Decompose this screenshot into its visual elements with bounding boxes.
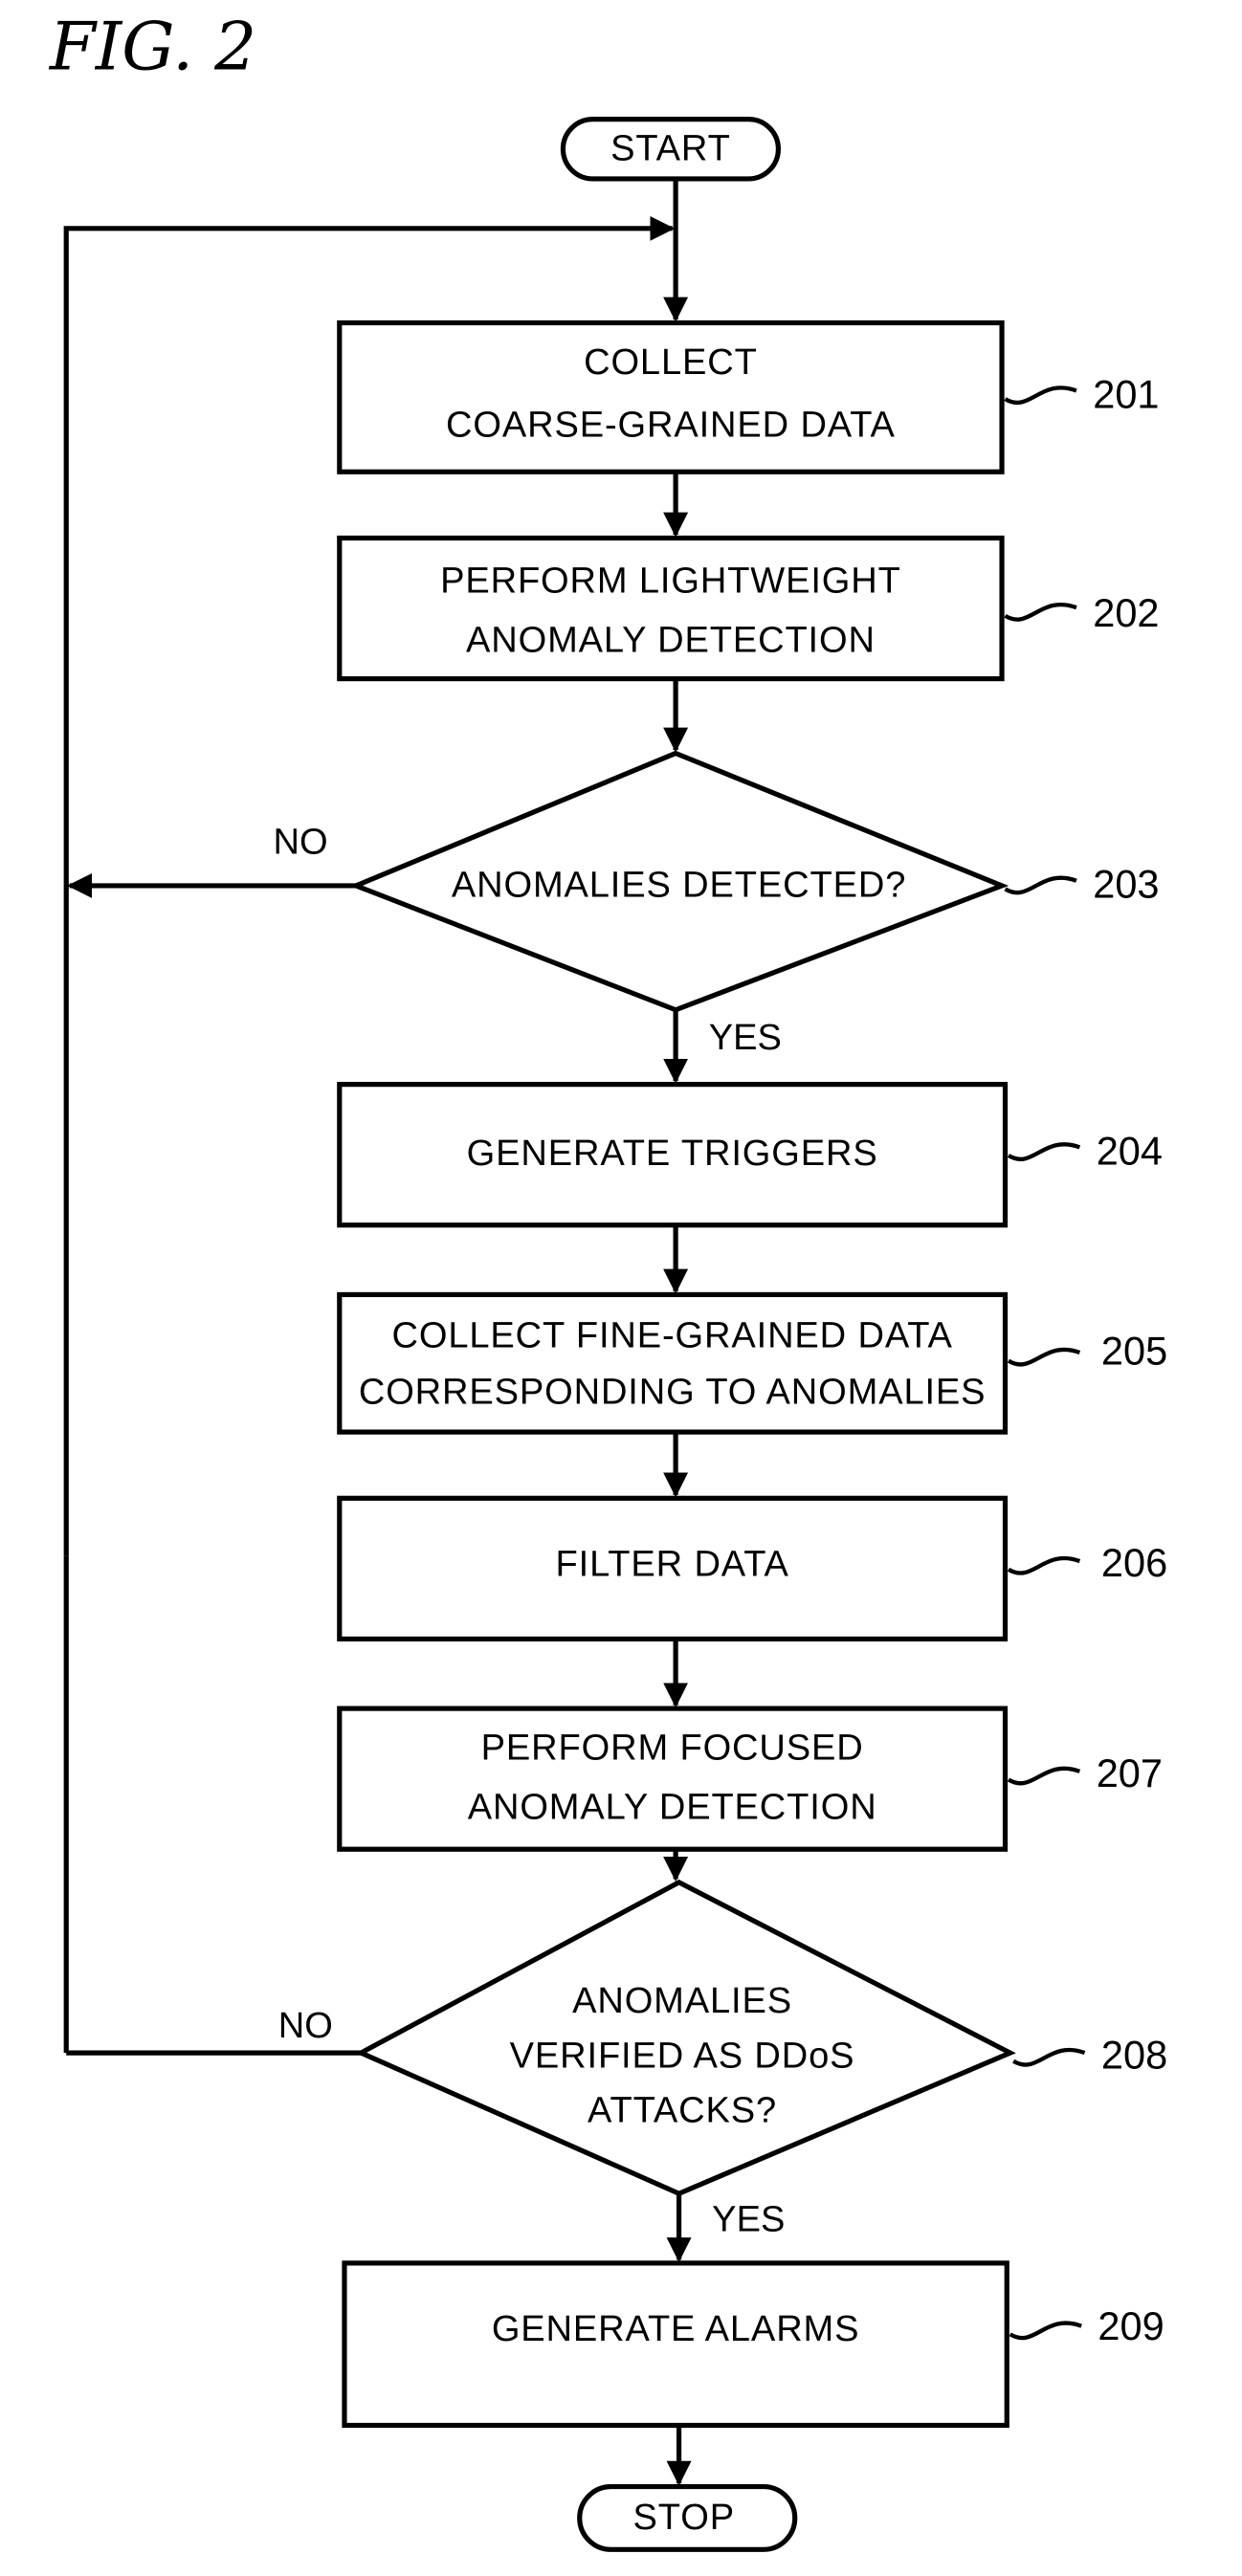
step-text-line: PERFORM LIGHTWEIGHT (440, 561, 901, 601)
step-text-line: ANOMALIES DETECTED? (452, 866, 906, 906)
reference-number: 202 (1093, 590, 1159, 635)
start-label: START (610, 129, 731, 169)
step-text-line: ATTACKS? (588, 2090, 777, 2130)
leader-squiggle-icon (1007, 1766, 1081, 1786)
step-text-line: COLLECT (584, 342, 758, 383)
step-202: PERFORM LIGHTWEIGHT ANOMALY DETECTION 20… (337, 535, 1160, 682)
step-205: COLLECT FINE-GRAINED DATA CORRESPONDING … (337, 1291, 1167, 1435)
yes-branch-label: YES (709, 1018, 782, 1058)
step-201: COLLECT COARSE-GRAINED DATA 201 (337, 319, 1160, 474)
step-text-line: VERIFIED AS DDoS (510, 2036, 855, 2076)
step-text-line: PERFORM FOCUSED (481, 1728, 864, 1768)
reference-number: 201 (1093, 371, 1159, 416)
stop-terminal: STOP (577, 2483, 798, 2552)
step-209: GENERATE ALARMS 209 (342, 2260, 1164, 2429)
reference-number: 203 (1093, 862, 1159, 907)
step-text-line: ANOMALIES (572, 1981, 792, 2021)
figure-title: FIG. 2 (48, 10, 256, 86)
step-text-line: ANOMALY DETECTION (468, 1788, 877, 1828)
step-208: ANOMALIES VERIFIED AS DDoS ATTACKS? 208 … (278, 1879, 1167, 2240)
stop-label: STOP (633, 2498, 735, 2538)
step-text-line: GENERATE ALARMS (492, 2309, 860, 2349)
step-206: FILTER DATA 206 (337, 1495, 1167, 1642)
step-text-line: COLLECT FINE-GRAINED DATA (391, 1315, 952, 1355)
step-207: PERFORM FOCUSED ANOMALY DETECTION 207 (337, 1706, 1163, 1852)
leader-squiggle-icon (1007, 1347, 1081, 1367)
reference-number: 206 (1101, 1540, 1167, 1585)
no-branch-label: NO (274, 823, 328, 863)
flowchart: FIG. 2 START COLLECT COARSE-GRAINED DATA… (48, 10, 1167, 2552)
leader-squiggle-icon (1004, 602, 1077, 622)
leader-squiggle-icon (1004, 385, 1077, 406)
step-text-line: FILTER DATA (556, 1544, 789, 1584)
start-terminal: START (560, 117, 782, 182)
leader-squiggle-icon (1007, 1555, 1081, 1575)
yes-branch-label: YES (712, 2200, 785, 2240)
no-branch-label: NO (278, 2006, 333, 2046)
step-text-line: ANOMALY DETECTION (466, 621, 876, 661)
reference-number: 204 (1097, 1128, 1163, 1173)
reference-number: 209 (1098, 2303, 1164, 2348)
step-204: GENERATE TRIGGERS 204 (337, 1082, 1163, 1228)
reference-number: 205 (1101, 1329, 1167, 1374)
reference-number: 207 (1097, 1750, 1163, 1795)
leader-squiggle-icon (1012, 2047, 1086, 2067)
reference-number: 208 (1101, 2032, 1167, 2077)
leader-squiggle-icon (1007, 1142, 1081, 1161)
leader-squiggle-icon (1004, 875, 1077, 895)
step-text-line: GENERATE TRIGGERS (467, 1134, 878, 1174)
step-203: ANOMALIES DETECTED? 203 NO YES (274, 750, 1160, 1058)
leader-squiggle-icon (1009, 2321, 1082, 2341)
step-text-line: COARSE-GRAINED DATA (446, 406, 896, 446)
step-text-line: CORRESPONDING TO ANOMALIES (359, 1372, 987, 1412)
